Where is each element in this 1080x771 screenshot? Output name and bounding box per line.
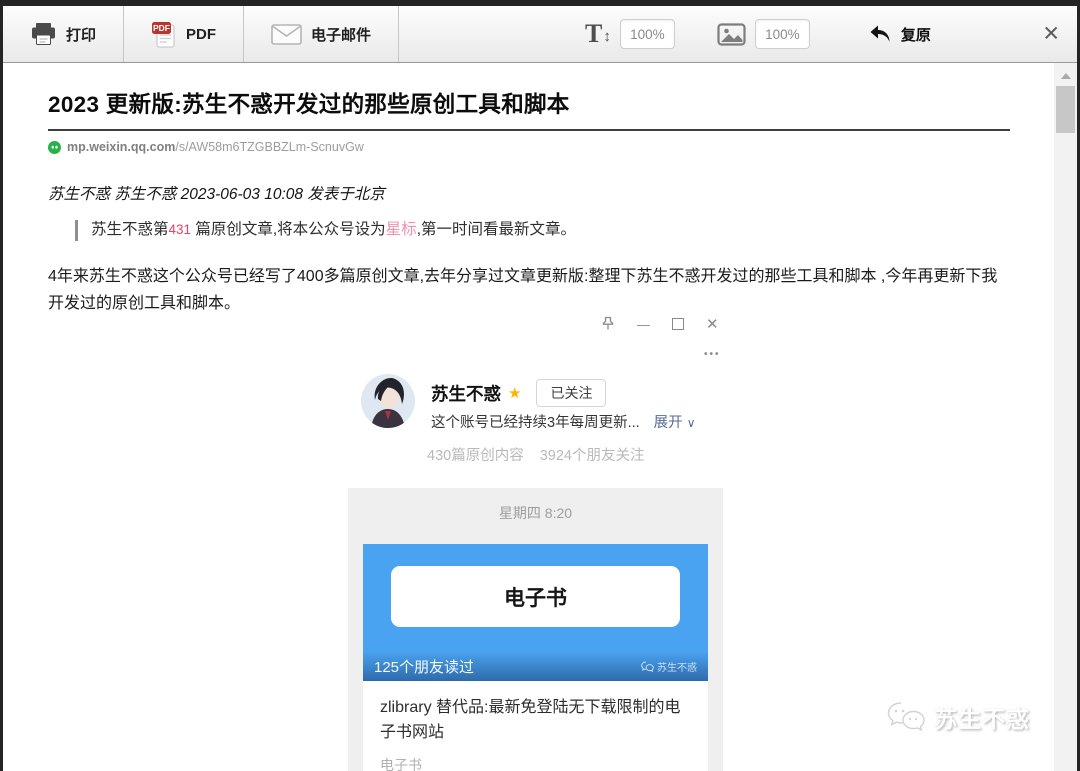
widget-window-controls: — ✕ [601,316,719,332]
scroll-up-icon[interactable] [1060,73,1071,79]
image-zoom-input[interactable] [754,19,810,49]
minimize-icon[interactable]: — [637,318,650,331]
email-icon [271,23,302,45]
quote-text: 篇原创文章,将本公众号设为 [191,221,386,238]
undo-icon [870,25,890,42]
source-text: mp.weixin.qq.com/s/AW58m6TZGBBZLm-ScnuvG… [67,140,364,154]
ebook-card-footer: 125个朋友读过 苏生不惑 [363,651,708,681]
avatar[interactable] [361,374,415,428]
account-stats: 430篇原创内容 3924个朋友关注 [427,444,644,465]
wechat-bubbles-icon [887,702,925,732]
print-button[interactable]: 打印 [3,6,125,62]
link-category: 电子书 [380,756,422,771]
read-count: 125个朋友读过 [374,658,475,676]
pdf-button-label: PDF [186,25,217,43]
maximize-icon[interactable] [672,318,684,330]
account-name: 苏生不惑 [431,383,501,404]
page-watermark-text: 苏生不惑 [934,706,1030,732]
scrollbar-thumb[interactable] [1056,86,1075,133]
star-icon: ★ [508,385,522,402]
article-title: 2023 更新版:苏生不惑开发过的那些原创工具和脚本 [48,92,570,117]
toolbar: 打印 PDF PDF 电子邮件 T ↕ 100% 100% 复原 ✕ [3,6,1077,63]
article-number: 431 [168,222,192,237]
article-link-card[interactable]: zlibrary 替代品:最新免登陆无下载限制的电子书网站 电子书 [363,681,708,771]
source-domain: mp.weixin.qq.com [67,140,176,154]
title-divider [48,129,1010,131]
page-watermark: 苏生不惑 [885,700,1030,734]
ebook-card[interactable]: 电子书 125个朋友读过 苏生不惑 [363,544,708,681]
quote-text: ,第一时间看最新文章。 [416,221,576,238]
card-watermark: 苏生不惑 [641,659,697,674]
print-button-label: 打印 [66,26,97,44]
followers-count: 3924个朋友关注 [539,448,645,464]
wechat-favicon-icon [48,140,61,154]
text-resize-arrow-icon: ↕ [603,27,611,45]
expand-link[interactable]: 展开 ∨ [654,411,696,432]
pin-icon[interactable] [601,316,615,332]
source-url: mp.weixin.qq.com/s/AW58m6TZGBBZLm-ScnuvG… [48,140,1077,154]
source-path: /s/AW58m6TZGBBZLm-ScnuvGw [175,140,364,154]
document-area: 2023 更新版:苏生不惑开发过的那些原创工具和脚本 mp.weixin.qq.… [3,63,1077,771]
chat-card-container: 星期四 8:20 电子书 125个朋友读过 苏生不惑 zlibrary 替代品:… [348,488,723,771]
account-name-row: 苏生不惑 ★ 已关注 [431,379,607,407]
followed-button[interactable]: 已关注 [536,379,607,407]
quote-block: 苏生不惑第431 篇原创文章,将本公众号设为星标,第一时间看最新文章。 [75,220,1077,241]
card-watermark-text: 苏生不惑 [657,662,697,674]
text-size-icon: T [585,19,603,48]
article-paragraph: 4年来苏生不惑这个公众号已经写了400多篇原创文章,去年分享过文章更新版:整理下… [48,267,998,313]
close-button[interactable]: ✕ [1042,24,1060,45]
byline: 苏生不惑 苏生不惑 2023-06-03 10:08 发表于北京 [48,186,385,203]
chat-timestamp: 星期四 8:20 [498,505,573,521]
account-description-row: 这个账号已经持续3年每周更新... 展开 ∨ [431,411,695,432]
account-description: 这个账号已经持续3年每周更新... [431,415,640,431]
restore-button-label: 复原 [900,26,931,44]
restore-button[interactable]: 复原 [868,23,931,45]
wechat-bubbles-icon [641,661,654,672]
original-count: 430篇原创内容 [427,448,524,464]
expand-label: 展开 [653,415,683,431]
quote-text: 苏生不惑第 [91,221,169,238]
email-button-label: 电子邮件 [311,26,372,44]
image-size-icon [717,22,746,46]
pdf-icon: PDF [152,21,175,47]
link-title: zlibrary 替代品:最新免登陆无下载限制的电子书网站 [380,699,681,741]
ebook-card-title: 电子书 [391,566,680,627]
pdf-button[interactable]: PDF PDF [124,6,245,62]
scrollbar[interactable] [1054,63,1077,771]
star-mark-link[interactable]: 星标 [386,221,417,238]
chevron-down-icon: ∨ [686,416,696,430]
text-zoom-input[interactable] [619,19,675,49]
widget-close-icon[interactable]: ✕ [706,317,719,332]
print-preview-window: 打印 PDF PDF 电子邮件 T ↕ 100% 100% 复原 ✕ 2023 … [0,0,1080,771]
printer-icon [32,23,55,45]
email-button[interactable]: 电子邮件 [244,6,400,62]
more-options-icon[interactable]: ••• [704,349,721,360]
zoom-controls: T ↕ 复原 [585,6,931,62]
svg-text:PDF: PDF [153,23,170,33]
